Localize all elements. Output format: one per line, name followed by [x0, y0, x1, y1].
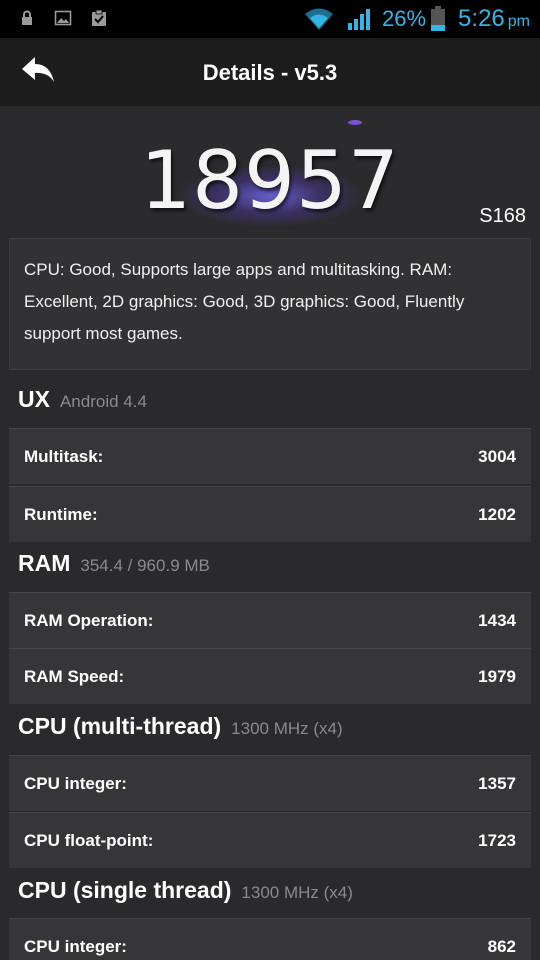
- row-label: RAM Speed:: [24, 667, 125, 686]
- result-row-runtime[interactable]: Runtime: 1202: [9, 486, 531, 542]
- clipboard-check-icon: [92, 9, 106, 26]
- row-value: 1202: [478, 505, 516, 524]
- row-value: 3004: [478, 447, 516, 466]
- summary-text: CPU: Good, Supports large apps and multi…: [9, 238, 531, 370]
- row-label: CPU integer:: [24, 937, 127, 956]
- result-row-ram-operation[interactable]: RAM Operation: 1434: [9, 592, 531, 648]
- lock-icon: [22, 10, 32, 25]
- section-subtitle: 1300 MHz (x4): [231, 719, 343, 738]
- section-subtitle: 1300 MHz (x4): [241, 883, 353, 902]
- status-bar: 26% 5:26 pm: [0, 0, 540, 38]
- row-label: Multitask:: [24, 447, 104, 466]
- row-label: Runtime:: [24, 505, 98, 524]
- device-model: S168: [479, 205, 526, 227]
- result-row-multitask[interactable]: Multitask: 3004: [9, 428, 531, 484]
- section-subtitle: 354.4 / 960.9 MB: [80, 556, 210, 575]
- battery-percent: 26%: [382, 6, 427, 31]
- image-icon: [54, 10, 72, 26]
- action-bar: Details - v5.3: [0, 38, 540, 106]
- row-value: 1357: [478, 774, 516, 793]
- section-title: CPU (multi-thread): [18, 713, 222, 739]
- section-title: RAM: [18, 550, 71, 576]
- clock: 5:26 pm: [458, 5, 530, 32]
- section-header-ux: UX Android 4.4: [18, 386, 147, 422]
- section-subtitle: Android 4.4: [59, 392, 147, 411]
- row-value: 1979: [478, 667, 516, 686]
- result-row-cpu-float[interactable]: CPU float-point: 1723: [9, 812, 531, 868]
- result-row-ram-speed[interactable]: RAM Speed: 1979: [9, 648, 531, 704]
- row-value: 862: [487, 937, 516, 956]
- page-title: Details - v5.3: [202, 60, 338, 85]
- battery-icon: [431, 6, 446, 31]
- result-row-cpu-integer-single[interactable]: CPU integer: 862: [9, 918, 531, 960]
- section-header-cpu-multi: CPU (multi-thread) 1300 MHz (x4): [18, 713, 343, 749]
- section-header-cpu-single: CPU (single thread) 1300 MHz (x4): [18, 877, 353, 913]
- signal-icon: [348, 9, 370, 30]
- total-score: 18957: [140, 134, 400, 227]
- section-title: CPU (single thread): [18, 877, 232, 903]
- glow-decoration: [348, 120, 362, 125]
- section-header-ram: RAM 354.4 / 960.9 MB: [18, 550, 210, 586]
- score-panel: 18957 S168: [0, 106, 540, 238]
- wifi-icon: [305, 8, 333, 30]
- row-label: RAM Operation:: [24, 611, 154, 630]
- row-label: CPU float-point:: [24, 831, 154, 850]
- row-label: CPU integer:: [24, 774, 127, 793]
- section-title: UX: [18, 386, 50, 412]
- row-value: 1434: [478, 611, 516, 630]
- row-value: 1723: [478, 831, 516, 850]
- result-row-cpu-integer[interactable]: CPU integer: 1357: [9, 755, 531, 811]
